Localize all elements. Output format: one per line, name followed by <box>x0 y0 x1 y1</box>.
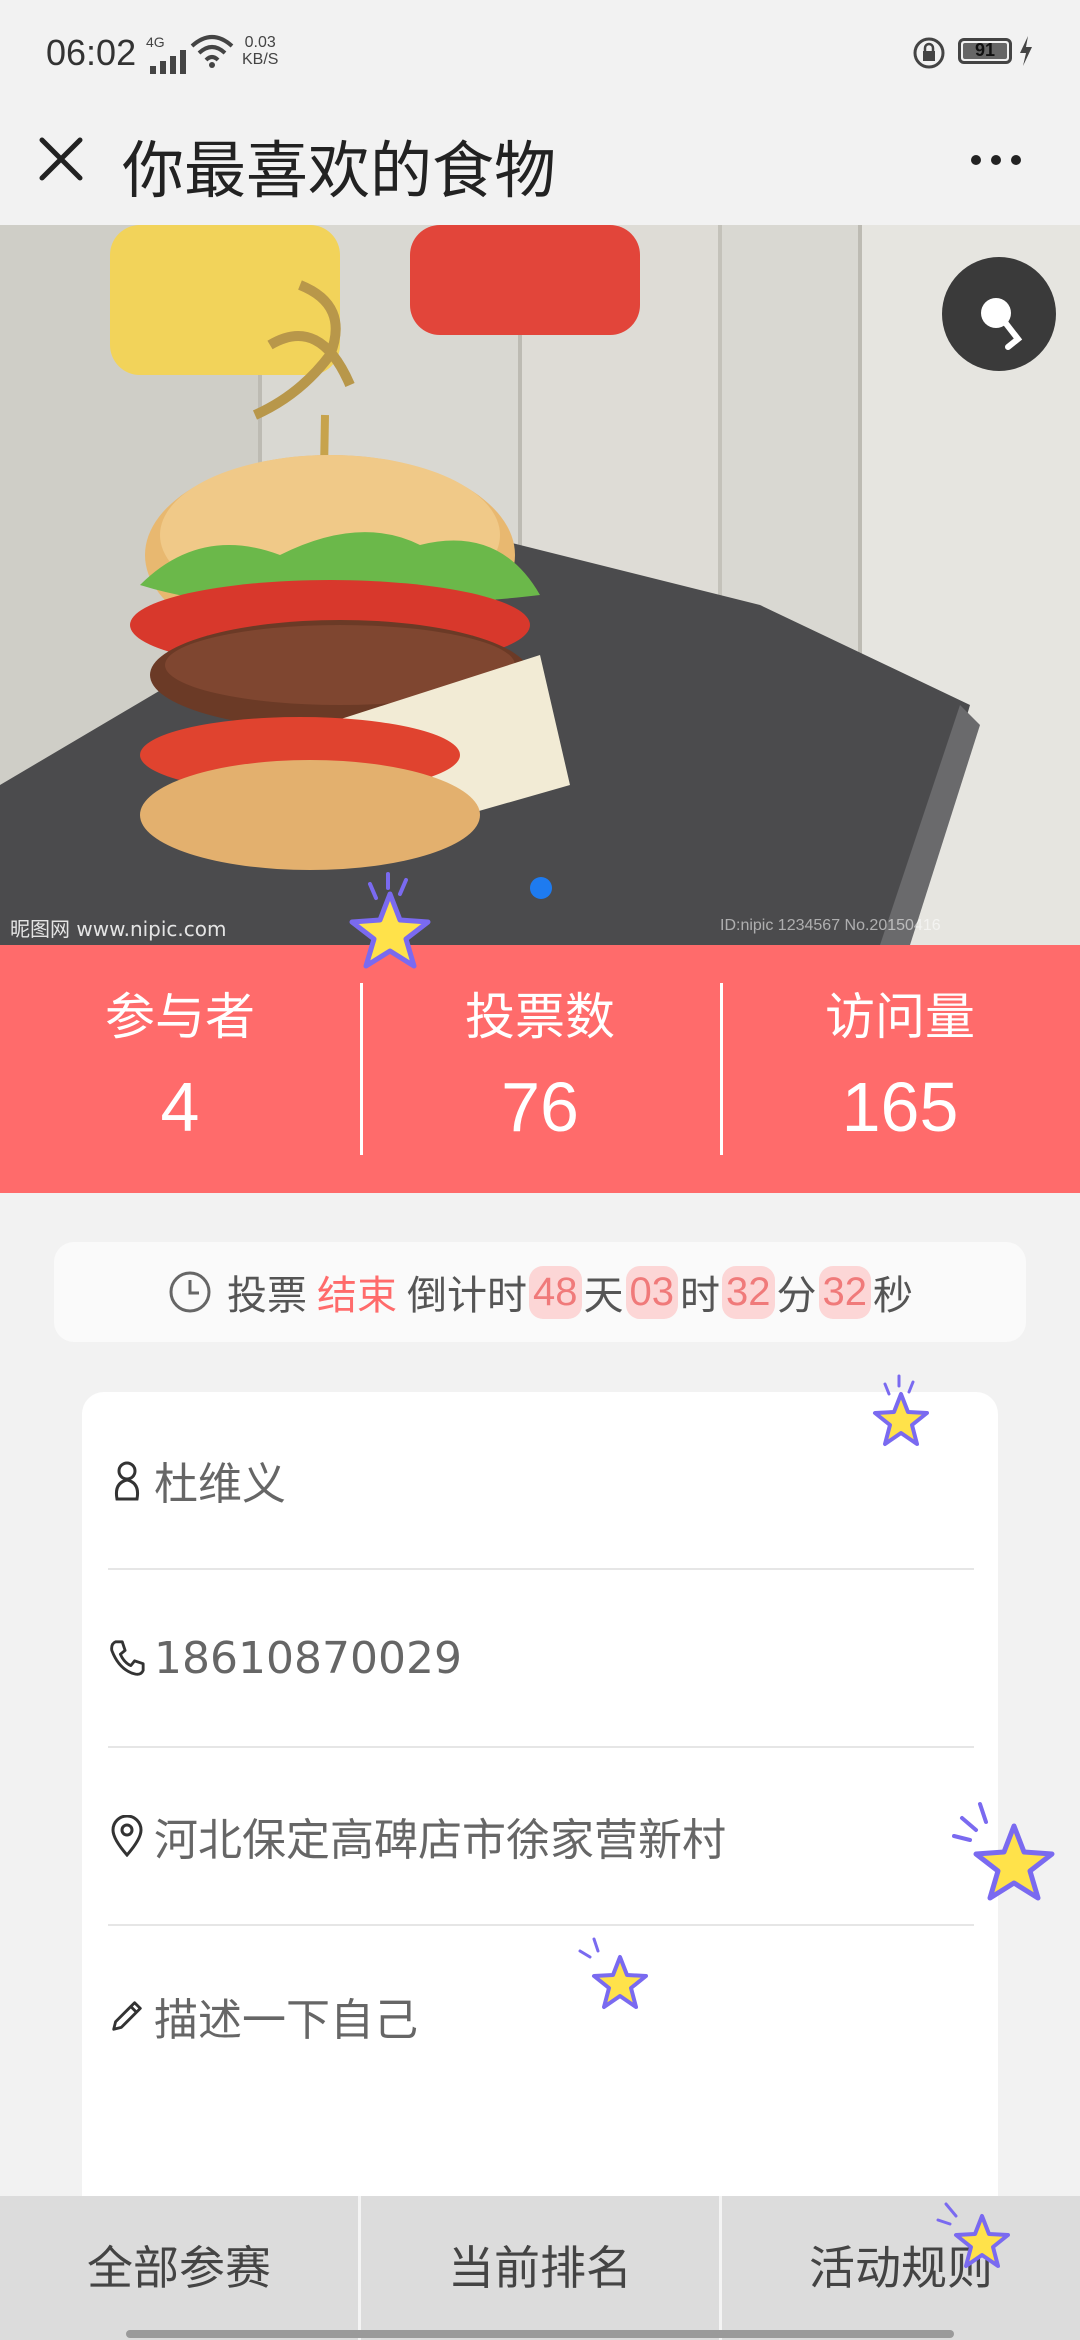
countdown-prefix: 投票 <box>227 1273 307 1319</box>
music-note-icon <box>981 298 1023 350</box>
tab-current-ranking[interactable]: 当前排名 <box>358 2196 719 2340</box>
clock-icon <box>169 1271 211 1313</box>
phone-icon <box>108 1636 146 1680</box>
battery-level: 91 <box>974 40 996 60</box>
bottom-tab-bar: 全部参赛 当前排名 活动规则 <box>0 2196 1080 2340</box>
net-speed: 0.03 KB/S <box>242 34 278 68</box>
home-indicator[interactable] <box>126 2330 954 2338</box>
countdown-minutes: 32 <box>722 1265 775 1319</box>
star-icon <box>349 872 431 969</box>
countdown-minutes-unit: 分 <box>776 1273 817 1319</box>
countdown-seconds: 32 <box>818 1265 871 1319</box>
stat-label: 投票数 <box>465 988 615 1046</box>
location-pin-icon <box>108 1814 146 1858</box>
stat-label: 参与者 <box>105 988 255 1046</box>
description-placeholder: 描述一下自己 <box>154 1995 418 2046</box>
banner-watermark: 昵图网 www.nipic.com <box>10 917 227 941</box>
nav-bar: 你最喜欢的食物 <box>0 110 1080 225</box>
stat-value: 76 <box>501 1068 579 1146</box>
name-value: 杜维义 <box>154 1459 286 1510</box>
countdown-days-unit: 天 <box>583 1273 624 1319</box>
address-field[interactable]: 河北保定高碑店市徐家营新村 <box>108 1748 974 1926</box>
description-field[interactable]: 描述一下自己 <box>108 1926 974 2106</box>
signal-icon <box>150 46 186 74</box>
star-icon <box>873 1374 929 1446</box>
countdown-hours-unit: 时 <box>680 1273 720 1319</box>
tab-all-entries[interactable]: 全部参赛 <box>0 2196 358 2340</box>
pencil-icon <box>108 1994 146 2038</box>
charging-icon <box>1020 36 1032 66</box>
vote-countdown: 投票 结束 倒计时 48 天 03 时 32 分 32 秒 <box>54 1242 1026 1342</box>
more-icon[interactable] <box>966 140 1026 180</box>
name-field[interactable]: 杜维义 <box>108 1392 974 1570</box>
phone-field[interactable]: 18610870029 <box>108 1570 974 1748</box>
star-icon <box>952 1802 1055 1901</box>
rotation-lock-icon <box>913 37 945 69</box>
stat-value: 4 <box>160 1068 200 1146</box>
star-icon <box>936 2202 1010 2268</box>
signup-form-card: 杜维义 18610870029 河北保定高碑店市徐家营新村 描述一下自己 <box>82 1392 998 2292</box>
stats-bar: 参与者 4 投票数 76 访问量 165 <box>0 945 1080 1193</box>
countdown-label: 倒计时 <box>407 1273 527 1319</box>
stat-label: 访问量 <box>825 988 975 1046</box>
burger-photo: ID:nipic 1234567 No.20150416 <box>0 225 1080 945</box>
star-icon <box>578 1937 648 2009</box>
person-icon <box>108 1458 146 1502</box>
page-title: 你最喜欢的食物 <box>122 134 557 207</box>
address-value: 河北保定高碑店市徐家营新村 <box>154 1815 726 1866</box>
wifi-icon <box>190 35 234 68</box>
status-time: 06:02 <box>46 32 137 73</box>
countdown-seconds-unit: 秒 <box>873 1273 913 1319</box>
stat-value: 165 <box>841 1068 959 1146</box>
carousel-dot-active[interactable] <box>530 877 552 899</box>
phone-value: 18610870029 <box>154 1632 462 1684</box>
countdown-status: 结束 <box>317 1273 397 1319</box>
stat-visits: 访问量 165 <box>720 945 1080 1193</box>
close-icon[interactable] <box>36 134 86 184</box>
status-bar: 06:02 4G 0.03 KB/S 91 <box>0 0 1080 110</box>
banner-carousel[interactable]: ID:nipic 1234567 No.20150416 昵图网 www.nip… <box>0 225 1080 945</box>
net-speed-unit: KB/S <box>242 51 279 68</box>
battery-icon: 91 <box>958 38 1012 64</box>
svg-text:ID:nipic 1234567 No.20150416: ID:nipic 1234567 No.20150416 <box>720 917 941 934</box>
stat-participants: 参与者 4 <box>0 945 360 1193</box>
countdown-days: 48 <box>529 1265 582 1319</box>
music-button[interactable] <box>942 257 1056 371</box>
countdown-hours: 03 <box>625 1265 678 1319</box>
net-speed-value: 0.03 <box>244 34 276 51</box>
